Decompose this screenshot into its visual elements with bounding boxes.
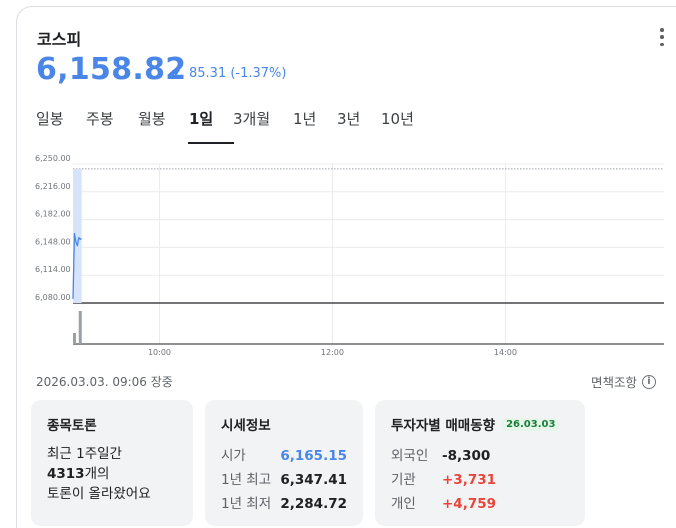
price-change: 85.31 (-1.37%) [189, 66, 287, 81]
price-chart[interactable]: 6,250.00 6,216.00 6,182.00 6,148.00 6,114.00… [0, 150, 676, 365]
disclaimer-label: 면책조항 [591, 375, 638, 390]
tab-daily[interactable]: 일봉 [36, 108, 86, 146]
x-tick-label: 12:00 [321, 348, 344, 357]
year-high-value: 6,347.41 [280, 472, 347, 488]
open-value: 6,165.15 [280, 448, 347, 464]
market-datetime: 2026.03.03. 09:06 장중 [36, 375, 173, 389]
stock-title: 코스피 [37, 30, 82, 49]
investor-row: 개인 +4,759 [391, 492, 569, 516]
tab-3month[interactable]: 3개월 [233, 108, 293, 146]
discussion-line3: 토론이 올라왔어요 [47, 486, 151, 502]
tab-10year[interactable]: 10년 [381, 108, 421, 146]
info-icon: i [642, 374, 657, 389]
volume-bar [73, 333, 76, 344]
investors-panel[interactable]: 투자자별 매매동향 26.03.03 외국인 -8,300 기관 +3,731 … [375, 400, 585, 526]
investors-date-badge: 26.03.03 [501, 417, 561, 431]
tab-1year[interactable]: 1년 [293, 108, 337, 146]
y-tick-label: 6,250.00 [35, 154, 71, 163]
down-arrow-icon [172, 70, 180, 76]
institution-value: +3,731 [442, 472, 497, 488]
y-tick-label: 6,216.00 [35, 182, 71, 191]
year-low-label: 1년 최저 [221, 496, 272, 512]
volume-bar [78, 311, 82, 344]
y-tick-label: 6,182.00 [35, 210, 71, 219]
y-tick-label: 6,114.00 [35, 265, 71, 274]
x-tick-label: 14:00 [494, 348, 517, 357]
disclaimer-link[interactable]: 면책조항 i [591, 372, 657, 391]
x-tick-label: 10:00 [148, 348, 171, 357]
investor-row: 외국인 -8,300 [391, 444, 569, 468]
investor-row: 기관 +3,731 [391, 468, 569, 492]
discussion-count-suffix: 개의 [84, 466, 110, 482]
investors-title: 투자자별 매매동향 [391, 418, 496, 434]
tab-1day[interactable]: 1일 [188, 108, 234, 146]
y-tick-label: 6,148.00 [35, 237, 71, 246]
discussion-title: 종목토론 [47, 418, 97, 434]
market-info-panel[interactable]: 시세정보 시가 6,165.15 1년 최고 6,347.41 1년 최저 2,… [205, 400, 363, 526]
open-label: 시가 [221, 448, 246, 464]
market-info-row: 1년 최고 6,347.41 [221, 468, 347, 492]
market-info-title: 시세정보 [221, 418, 271, 434]
market-info-row: 1년 최저 2,284.72 [221, 492, 347, 516]
y-tick-label: 6,080.00 [35, 293, 71, 302]
foreign-label: 외국인 [391, 448, 429, 464]
individual-label: 개인 [391, 496, 416, 512]
period-tabs: 일봉 주봉 월봉 1일 3개월 1년 3년 10년 [36, 108, 421, 146]
individual-value: +4,759 [442, 496, 497, 512]
discussion-line1: 최근 1주일간 [47, 446, 122, 462]
discussion-count-line: 4313개의 [47, 464, 177, 484]
institution-label: 기관 [391, 472, 416, 488]
year-high-label: 1년 최고 [221, 472, 272, 488]
discussion-count: 4313 [47, 466, 85, 482]
more-options-icon[interactable] [655, 28, 669, 46]
tab-3year[interactable]: 3년 [337, 108, 381, 146]
current-price: 6,158.82 [36, 52, 187, 87]
price-chart-svg: 6,250.00 6,216.00 6,182.00 6,148.00 6,114.00… [35, 154, 664, 357]
discussion-panel[interactable]: 종목토론 최근 1주일간 4313개의 토론이 올라왔어요 [31, 400, 193, 526]
foreign-value: -8,300 [442, 448, 491, 464]
market-info-row: 시가 6,165.15 [221, 444, 347, 468]
year-low-value: 2,284.72 [280, 496, 347, 512]
tab-monthly[interactable]: 월봉 [138, 108, 189, 146]
tab-weekly[interactable]: 주봉 [86, 108, 138, 146]
investors-header: 투자자별 매매동향 26.03.03 [391, 414, 569, 434]
